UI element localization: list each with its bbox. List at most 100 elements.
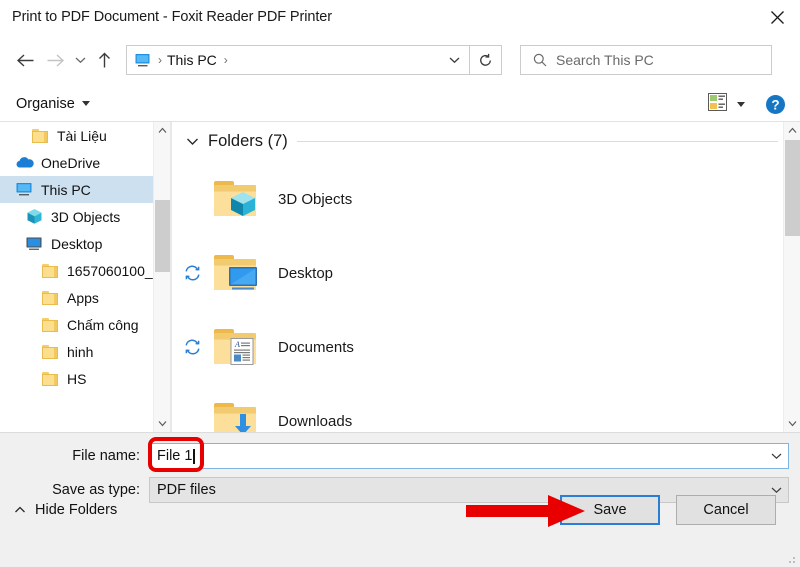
hide-folders-label: Hide Folders <box>35 502 118 518</box>
folder-icon <box>40 315 60 335</box>
group-header[interactable]: Folders (7) <box>186 132 778 151</box>
recent-locations-button[interactable] <box>70 42 90 78</box>
chevron-up-icon <box>14 502 26 518</box>
file-name-label: File name: <box>72 448 140 464</box>
onedrive-icon <box>16 157 34 168</box>
up-button[interactable] <box>90 42 118 78</box>
address-dropdown-button[interactable] <box>439 46 469 74</box>
refresh-button[interactable] <box>470 45 502 75</box>
group-divider <box>296 141 778 142</box>
save-as-dialog: Print to PDF Document - Foxit Reader PDF… <box>0 0 800 567</box>
search-icon <box>533 53 547 67</box>
back-button[interactable] <box>10 42 40 78</box>
breadcrumb-separator-1: › <box>158 53 162 67</box>
file-list-item[interactable]: Desktop <box>172 236 783 310</box>
file-name-dropdown-button[interactable] <box>764 444 788 468</box>
search-box[interactable]: Search This PC <box>520 45 772 75</box>
change-view-button[interactable] <box>708 92 745 116</box>
close-button[interactable] <box>754 0 800 34</box>
forward-button[interactable] <box>40 42 70 78</box>
search-input[interactable]: Search This PC <box>556 52 654 68</box>
onedrive-sync-icon <box>172 339 212 355</box>
dialog-footer: File name: File 1 Save as type: PDF file… <box>0 432 800 567</box>
file-name-input[interactable]: File 1 <box>149 443 789 469</box>
text-cursor <box>193 448 195 464</box>
scroll-up-icon[interactable] <box>784 122 800 139</box>
navigation-pane: Tài Liệu OneDrive This PC 3D Objects Desktop… <box>0 122 170 432</box>
onedrive-sync-icon <box>172 265 212 281</box>
navigation-scrollbar-thumb[interactable] <box>155 200 170 272</box>
file-name-value: File 1 <box>157 448 193 464</box>
file-list-scrollbar[interactable] <box>783 122 800 432</box>
folder-icon <box>31 128 49 143</box>
navigation-bar: › This PC › Search This PC <box>0 34 800 86</box>
save-as-type-label: Save as type: <box>52 482 140 498</box>
resize-grip[interactable] <box>785 552 797 564</box>
navigation-tree: Tài Liệu OneDrive This PC 3D Objects Desktop… <box>0 122 170 392</box>
title-bar: Print to PDF Document - Foxit Reader PDF… <box>0 0 800 34</box>
help-icon: ? <box>766 94 785 114</box>
this-pc-icon <box>16 183 32 196</box>
sidebar-item-apps[interactable]: Apps <box>0 284 170 311</box>
sidebar-item-label: 3D Objects <box>51 208 121 225</box>
sidebar-item-3d-objects[interactable]: 3D Objects <box>0 203 170 230</box>
folder-icon <box>41 371 59 386</box>
folder-icon <box>40 261 60 281</box>
documents-folder-icon: A <box>212 327 260 367</box>
up-arrow-icon <box>98 52 110 67</box>
save-as-type-row: Save as type: PDF files <box>0 477 790 503</box>
svg-text:?: ? <box>771 97 779 112</box>
this-pc-icon <box>14 180 34 200</box>
breadcrumb-this-pc[interactable]: This PC <box>167 52 217 68</box>
scroll-down-icon[interactable] <box>154 415 170 432</box>
sidebar-item-this-pc[interactable]: This PC <box>0 176 170 203</box>
sidebar-item-desktop[interactable]: Desktop <box>0 230 170 257</box>
sidebar-item-hs[interactable]: HS <box>0 365 170 392</box>
dialog-body: Tài Liệu OneDrive This PC 3D Objects Desktop… <box>0 122 800 432</box>
folder-icon <box>40 342 60 362</box>
sidebar-item-t-i-li-u[interactable]: Tài Liệu <box>0 122 170 149</box>
desktop-folder-icon <box>212 253 260 293</box>
chevron-down-icon <box>81 101 90 106</box>
file-item-label: Downloads <box>278 412 353 430</box>
recent-locations-icon <box>75 57 85 64</box>
desktop-icon <box>26 237 42 250</box>
cancel-label: Cancel <box>703 502 749 518</box>
file-list-item[interactable]: Downloads <box>172 384 783 432</box>
desktop-icon <box>24 234 44 254</box>
sidebar-item-hinh[interactable]: hinh <box>0 338 170 365</box>
3d-objects-icon <box>24 207 44 227</box>
folder-icon <box>41 263 59 278</box>
file-list-item[interactable]: 3D Objects <box>172 162 783 236</box>
hide-folders-button[interactable]: Hide Folders <box>14 502 117 518</box>
sidebar-item-label: Tài Liệu <box>57 127 107 144</box>
cancel-button[interactable]: Cancel <box>676 495 776 525</box>
breadcrumb-separator-2[interactable]: › <box>224 54 228 66</box>
sidebar-item-ch-m-c-ng[interactable]: Chấm công <box>0 311 170 338</box>
save-button[interactable]: Save <box>560 495 660 525</box>
chevron-down-icon[interactable] <box>186 133 199 151</box>
refresh-icon <box>480 53 491 66</box>
close-icon <box>770 10 784 24</box>
folder-icon <box>40 288 60 308</box>
sidebar-item-1657060100-h[interactable]: 1657060100_Hà <box>0 257 170 284</box>
navigation-scrollbar[interactable] <box>153 122 170 432</box>
back-arrow-icon <box>16 53 33 67</box>
scroll-down-icon[interactable] <box>784 415 800 432</box>
folder-icon <box>41 290 59 305</box>
change-view-icon <box>708 92 727 116</box>
organise-button[interactable]: Organise <box>16 96 90 112</box>
folder-icon <box>41 344 59 359</box>
forward-arrow-icon <box>47 53 64 67</box>
group-title: Folders (7) <box>208 132 288 150</box>
svg-text:A: A <box>234 340 240 349</box>
help-button[interactable]: ? <box>765 94 786 115</box>
onedrive-icon <box>14 153 34 173</box>
address-bar[interactable]: › This PC › <box>126 45 470 75</box>
downloads-folder-icon <box>212 401 260 432</box>
file-list-scrollbar-thumb[interactable] <box>785 140 800 236</box>
sidebar-item-onedrive[interactable]: OneDrive <box>0 149 170 176</box>
scroll-up-icon[interactable] <box>154 122 170 139</box>
view-chevron-down-icon <box>737 101 745 107</box>
file-list-item[interactable]: A Documents <box>172 310 783 384</box>
